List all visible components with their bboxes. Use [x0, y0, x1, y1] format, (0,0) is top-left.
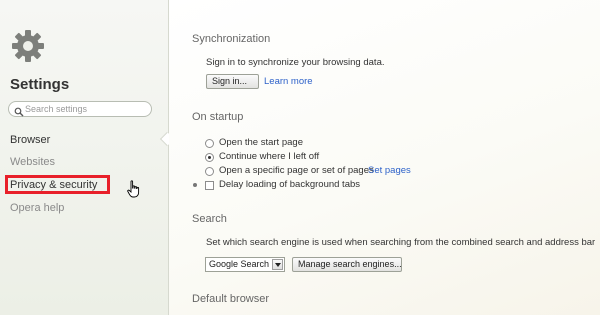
search-description: Set which search engine is used when sea… — [206, 237, 596, 248]
radio-label-continue-where-left-off: Continue where I left off — [219, 151, 320, 162]
sidebar: Settings Browser Websites Privacy & secu… — [0, 0, 169, 315]
radio-continue-where-left-off[interactable] — [205, 153, 214, 162]
radio-label-open-specific-pages: Open a specific page or set of pages — [219, 165, 374, 176]
learn-more-link[interactable]: Learn more — [264, 76, 313, 87]
delay-loading-checkbox[interactable] — [205, 181, 214, 190]
hand-cursor-icon — [127, 180, 141, 198]
section-title-synchronization: Synchronization — [192, 33, 271, 45]
page-title: Settings — [10, 76, 70, 93]
delay-loading-label: Delay loading of background tabs — [219, 179, 361, 190]
search-engine-value: Google Search — [209, 259, 270, 269]
settings-content: Synchronization Sign in to synchronize y… — [169, 0, 600, 315]
chevron-down-icon[interactable] — [272, 259, 283, 270]
search-icon — [14, 104, 24, 117]
manage-search-engines-button[interactable]: Manage search engines... — [292, 257, 402, 272]
radio-label-open-start-page: Open the start page — [219, 137, 303, 148]
search-box[interactable] — [8, 101, 152, 117]
search-engine-select[interactable]: Google Search — [205, 257, 285, 272]
section-title-search: Search — [192, 213, 227, 225]
radio-open-start-page[interactable] — [205, 139, 214, 148]
search-input[interactable] — [25, 102, 147, 116]
radio-open-specific-pages[interactable] — [205, 167, 214, 176]
sidebar-item-websites[interactable]: Websites — [10, 156, 55, 168]
sign-in-button[interactable]: Sign in... — [206, 74, 259, 89]
set-pages-link[interactable]: Set pages — [368, 165, 411, 176]
sidebar-item-opera-help[interactable]: Opera help — [10, 202, 64, 214]
sync-description: Sign in to synchronize your browsing dat… — [206, 57, 385, 68]
section-title-default-browser: Default browser — [192, 293, 270, 305]
section-title-on-startup: On startup — [192, 111, 244, 123]
sidebar-item-browser[interactable]: Browser — [10, 134, 50, 146]
gear-icon — [10, 28, 46, 64]
highlight-annotation — [5, 175, 110, 194]
bullet-dot — [193, 183, 197, 187]
